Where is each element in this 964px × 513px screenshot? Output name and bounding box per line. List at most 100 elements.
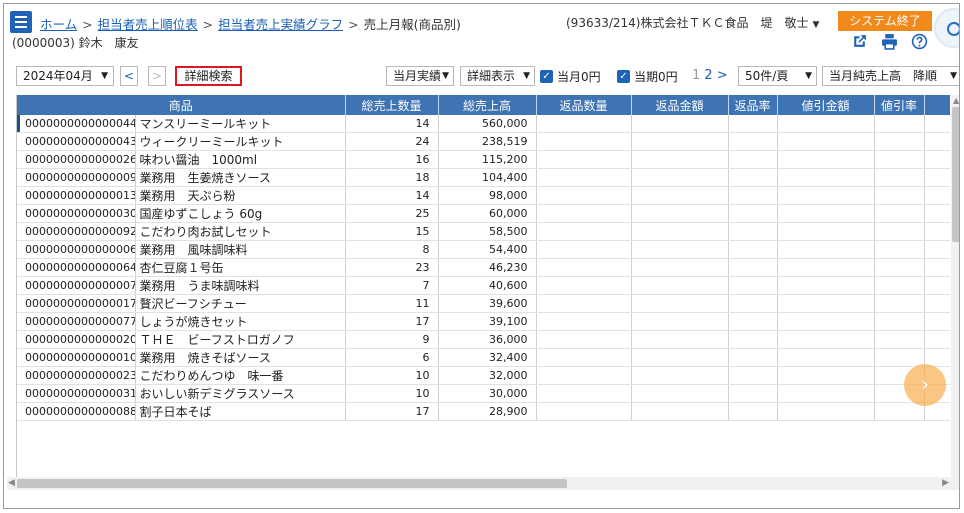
table-row[interactable]: 0000000000000031 おいしい新デミグラスソース 10 30,000 xyxy=(17,384,950,403)
empty-cell xyxy=(536,294,632,313)
scroll-thumb[interactable] xyxy=(17,479,567,488)
product-name: 業務用 天ぷら粉 xyxy=(135,186,346,205)
col-return-amount[interactable]: 返品金額 xyxy=(631,95,729,115)
product-code: 0000000000000088 xyxy=(17,402,136,421)
empty-cell xyxy=(874,240,925,259)
empty-cell xyxy=(631,384,729,403)
col-net[interactable]: 純 xyxy=(924,95,950,115)
next-arrow-icon[interactable]: › xyxy=(904,364,946,406)
page-2-link[interactable]: 2 xyxy=(704,68,712,83)
empty-cell xyxy=(777,276,875,295)
product-code: 0000000000000023 xyxy=(17,366,136,385)
product-code: 0000000000000064 xyxy=(17,258,136,277)
table-row[interactable]: 0000000000000013 業務用 天ぷら粉 14 98,000 xyxy=(17,186,950,205)
col-discount-amount[interactable]: 値引金額 xyxy=(777,95,875,115)
month-select[interactable]: 2024年04月 ▼ xyxy=(16,66,114,86)
empty-cell xyxy=(728,330,778,349)
product-name: こだわり肉お試しセット xyxy=(135,222,346,241)
table-row[interactable]: 0000000000000010 業務用 焼きそばソース 6 32,400 xyxy=(17,348,950,367)
product-code: 0000000000000031 xyxy=(17,384,136,403)
empty-cell xyxy=(924,168,950,187)
empty-cell xyxy=(631,115,729,133)
col-return-rate[interactable]: 返品率 xyxy=(728,95,778,115)
system-end-button[interactable]: システム終了 xyxy=(838,11,932,31)
breadcrumb-home[interactable]: ホーム xyxy=(40,17,77,32)
table-row[interactable]: 0000000000000088 割子日本そば 17 28,900 xyxy=(17,402,950,421)
detail-display-dropdown[interactable]: 詳細表示 ▼ xyxy=(460,66,535,86)
empty-cell xyxy=(924,312,950,331)
breadcrumb-staff-ranking[interactable]: 担当者売上順位表 xyxy=(98,17,198,32)
help-icon[interactable] xyxy=(910,32,928,50)
col-total-qty[interactable]: 総売上数量 xyxy=(345,95,439,115)
col-return-qty[interactable]: 返品数量 xyxy=(536,95,632,115)
empty-cell xyxy=(631,312,729,331)
table-row[interactable]: 0000000000000077 しょうが焼きセット 17 39,100 xyxy=(17,312,950,331)
product-code: 0000000000000006 xyxy=(17,240,136,259)
avatar[interactable] xyxy=(934,8,959,48)
table-row[interactable]: 0000000000000064 杏仁豆腐１号缶 23 46,230 xyxy=(17,258,950,277)
scroll-right-icon[interactable]: ▶ xyxy=(942,477,949,490)
total-qty: 17 xyxy=(345,402,439,421)
table-row[interactable]: 0000000000000043 ウィークリーミールキット 24 238,519 xyxy=(17,132,950,151)
per-page-dropdown[interactable]: 50件/頁 ▼ xyxy=(738,66,817,86)
print-icon[interactable] xyxy=(880,32,898,50)
vertical-scrollbar[interactable]: ▲ xyxy=(951,95,959,490)
total-qty: 17 xyxy=(345,312,439,331)
empty-cell xyxy=(536,222,632,241)
product-code: 0000000000000030 xyxy=(17,204,136,223)
table-row[interactable]: 0000000000000017 贅沢ビーフシチュー 11 39,600 xyxy=(17,294,950,313)
period-zero-checkbox[interactable]: ✓ 当期0円 xyxy=(617,68,678,85)
app-window: ホーム > 担当者売上順位表 > 担当者売上実績グラフ > 売上月報(商品別) (93633… xyxy=(3,3,960,509)
empty-cell xyxy=(728,384,778,403)
scroll-thumb[interactable] xyxy=(952,107,959,242)
col-total-sales[interactable]: 総売上高 xyxy=(438,95,537,115)
empty-cell xyxy=(874,115,925,133)
month-zero-checkbox[interactable]: ✓ 当月0円 xyxy=(540,68,601,85)
empty-cell xyxy=(777,312,875,331)
scroll-left-icon[interactable]: ◀ xyxy=(8,477,15,490)
horizontal-scrollbar[interactable]: ◀ ▶ xyxy=(7,477,951,490)
table-row[interactable]: 0000000000000007 業務用 うま味調味料 7 40,600 xyxy=(17,276,950,295)
product-code: 0000000000000020 xyxy=(17,330,136,349)
sort-dropdown[interactable]: 当月純売上高 降順 ▼ xyxy=(822,66,959,86)
next-page-icon[interactable]: > xyxy=(717,68,728,83)
total-sales: 40,600 xyxy=(438,276,537,295)
table-row[interactable]: 0000000000000023 こだわりめんつゆ 味一番 10 32,000 xyxy=(17,366,950,385)
table-row[interactable]: 0000000000000044 マンスリーミールキット 14 560,000 xyxy=(17,115,950,133)
empty-cell xyxy=(777,294,875,313)
external-link-icon[interactable] xyxy=(850,32,868,50)
company-user-menu[interactable]: (93633/214)株式会社ＴＫＣ食品 堤 敬士 ▼ xyxy=(566,14,819,31)
empty-cell xyxy=(631,402,729,421)
current-results-dropdown[interactable]: 当月実績 ▼ xyxy=(386,66,454,86)
col-discount-rate[interactable]: 値引率 xyxy=(874,95,925,115)
table-row[interactable]: 0000000000000026 味わい醤油 1000ml 16 115,200 xyxy=(17,150,950,169)
product-name: しょうが焼きセット xyxy=(135,312,346,331)
page-current: 1 xyxy=(692,68,701,83)
chevron-down-icon: ▼ xyxy=(442,71,449,81)
total-sales: 98,000 xyxy=(438,186,537,205)
product-name: 贅沢ビーフシチュー xyxy=(135,294,346,313)
table-row[interactable]: 0000000000000006 業務用 風味調味料 8 54,400 xyxy=(17,240,950,259)
table-row[interactable]: 0000000000000020 ＴＨＥ ビーフストロガノフ 9 36,000 xyxy=(17,330,950,349)
empty-cell xyxy=(777,132,875,151)
empty-cell xyxy=(536,132,632,151)
table-row[interactable]: 0000000000000030 国産ゆずこしょう 60g 25 60,000 xyxy=(17,204,950,223)
total-qty: 10 xyxy=(345,384,439,403)
empty-cell xyxy=(777,222,875,241)
toolbar: 2024年04月 ▼ < > 詳細検索 当月実績 ▼ 詳細表示 ▼ ✓ 当月0円 ✓ 当期… xyxy=(4,66,959,88)
breadcrumb-staff-graph[interactable]: 担当者売上実績グラフ xyxy=(218,17,343,32)
col-product[interactable]: 商品 xyxy=(17,95,346,115)
product-code: 0000000000000043 xyxy=(17,132,136,151)
next-month-button[interactable]: > xyxy=(148,66,166,86)
table-row[interactable]: 0000000000000092 こだわり肉お試しセット 15 58,500 xyxy=(17,222,950,241)
scroll-up-icon[interactable]: ▲ xyxy=(953,96,959,105)
hamburger-menu-icon[interactable] xyxy=(10,11,32,33)
prev-month-button[interactable]: < xyxy=(120,66,138,86)
empty-cell xyxy=(777,168,875,187)
product-name: 業務用 焼きそばソース xyxy=(135,348,346,367)
detail-search-button[interactable]: 詳細検索 xyxy=(175,66,242,86)
table-row[interactable]: 0000000000000009 業務用 生姜焼きソース 18 104,400 xyxy=(17,168,950,187)
chevron-down-icon: ▼ xyxy=(950,71,957,81)
product-code: 0000000000000044 xyxy=(17,115,136,133)
total-qty: 18 xyxy=(345,168,439,187)
